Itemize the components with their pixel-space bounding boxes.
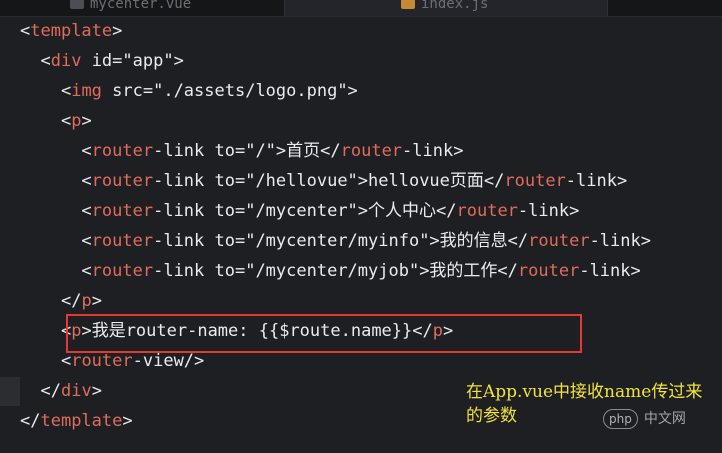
tab-label: mycenter.vue bbox=[90, 0, 192, 12]
code-line: </div> bbox=[40, 381, 102, 401]
tab-index-js[interactable]: index.js bbox=[284, 0, 608, 16]
code-line: <router-link to="/mycenter/myjob">我的工作</… bbox=[81, 261, 641, 281]
tab-mycenter-vue[interactable]: mycenter.vue bbox=[60, 0, 280, 16]
watermark: php 中文网 bbox=[603, 406, 713, 432]
code-line: <p> bbox=[60, 111, 92, 131]
php-logo-icon: php bbox=[603, 409, 638, 429]
code-line: <div id="app"> bbox=[40, 51, 184, 71]
js-file-icon bbox=[401, 0, 415, 9]
tab-label: index.js bbox=[421, 0, 489, 12]
red-highlight-box bbox=[66, 314, 582, 353]
watermark-label: 中文网 bbox=[643, 411, 686, 427]
code-line: </template> bbox=[20, 411, 133, 431]
code-line: <template> bbox=[20, 21, 123, 41]
code-line: <router-link to="/mycenter/myinfo">我的信息<… bbox=[81, 231, 651, 251]
code-line: <router-link to="/mycenter">个人中心</router… bbox=[81, 201, 580, 221]
code-line: <router-link to="/hellovue">hellovue页面</… bbox=[81, 171, 628, 191]
file-icon bbox=[70, 0, 84, 9]
editor-tab-bar: mycenter.vue index.js bbox=[0, 0, 722, 17]
gutter-current-line-marker bbox=[0, 377, 20, 406]
code-line: <img src="./assets/logo.png"> bbox=[60, 81, 358, 101]
code-line: </p> bbox=[60, 291, 102, 311]
code-line: <router-link to="/">首页</router-link> bbox=[81, 141, 464, 161]
